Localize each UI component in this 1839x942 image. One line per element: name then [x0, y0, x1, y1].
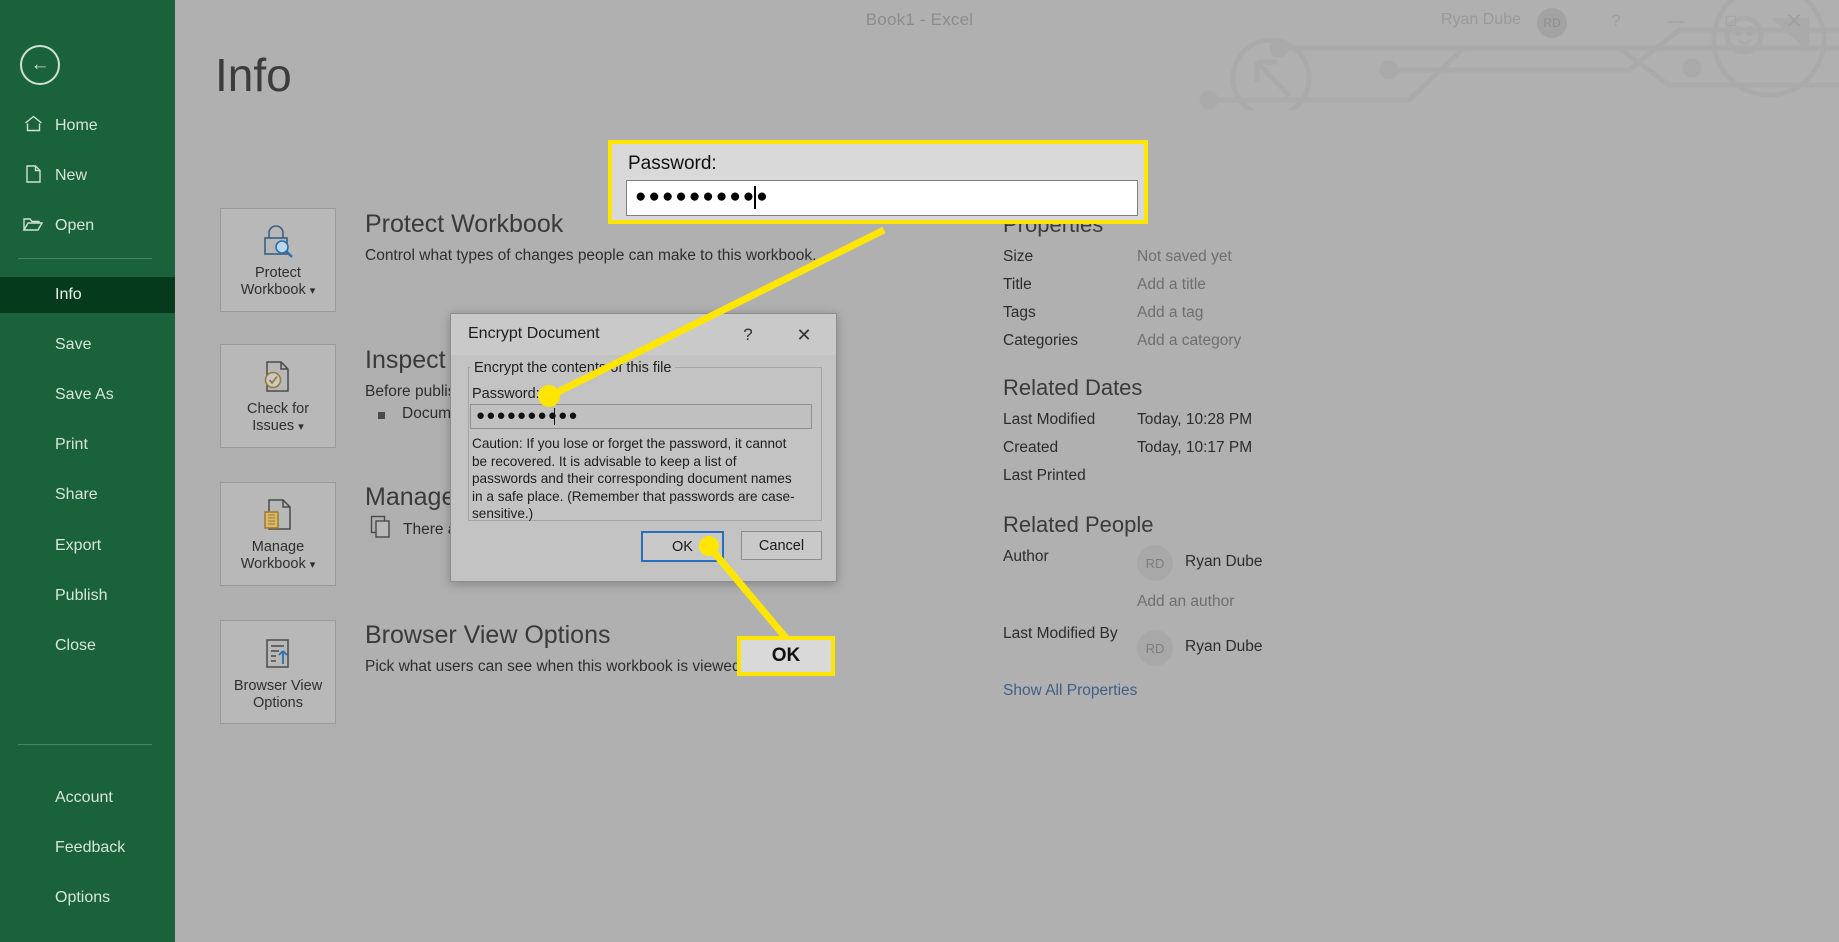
new-document-icon [22, 164, 44, 188]
protect-workbook-description: Control what types of changes people can… [365, 247, 817, 264]
callout-password-label: Password: [628, 153, 717, 174]
callout-password-value: ●●●●●●●●●● [635, 186, 770, 207]
dialog-password-label: Password: [472, 386, 540, 402]
sidebar-label-open: Open [55, 217, 95, 234]
browser-view-options-button[interactable]: Browser View Options [220, 620, 336, 724]
properties-key-title: Title [1003, 276, 1032, 293]
properties-value-categories[interactable]: Add a category [1137, 332, 1241, 350]
sidebar-item-open[interactable]: Open [0, 208, 175, 244]
properties-key-size: Size [1003, 248, 1034, 265]
sidebar-item-print[interactable]: Print [0, 427, 175, 463]
sidebar-label-save: Save [55, 336, 92, 353]
protect-workbook-button[interactable]: Protect Workbook ▾ [220, 208, 336, 312]
browser-view-options-label: Browser View Options [233, 677, 323, 711]
browser-view-options-heading: Browser View Options [365, 621, 611, 649]
bullet-marker [378, 412, 385, 419]
callout-ok: OK [737, 636, 835, 676]
sidebar-item-account[interactable]: Account [0, 780, 175, 816]
dialog-password-value: ●●●●●●●●●● [476, 407, 579, 424]
page-title: Info [215, 49, 292, 101]
callout-password: Password: ●●●●●●●●●● [608, 140, 1148, 224]
author-name: Ryan Dube [1185, 553, 1263, 570]
sidebar-label-feedback: Feedback [55, 839, 126, 856]
dialog-title: Encrypt Document [468, 325, 600, 342]
check-for-issues-button[interactable]: Check for Issues ▾ [220, 344, 336, 448]
related-dates-value-created: Today, 10:17 PM [1137, 439, 1253, 456]
dialog-group-label: Encrypt the contents of this file [470, 360, 676, 376]
sidebar-divider-bottom [18, 744, 152, 745]
related-dates-key-created: Created [1003, 439, 1059, 456]
sidebar-item-share[interactable]: Share [0, 477, 175, 513]
sidebar-label-new: New [55, 167, 88, 184]
related-people-heading: Related People [1003, 512, 1154, 537]
related-people-key-last-modified-by: Last Modified By [1003, 625, 1118, 642]
sidebar-label-publish: Publish [55, 587, 108, 604]
lock-magnifier-icon [261, 220, 295, 262]
author-avatar: RD [1137, 545, 1173, 581]
dialog-cancel-button[interactable]: Cancel [741, 531, 822, 560]
sidebar-label-info: Info [55, 286, 82, 303]
excel-backstage-info: Book1 - Excel Ryan Dube RD ? — □ ✕ ← Hom… [0, 0, 1839, 942]
related-dates-key-last-printed: Last Printed [1003, 467, 1086, 484]
document-recycle-icon [262, 494, 294, 536]
manage-workbook-label: Manage Workbook ▾ [240, 539, 316, 572]
dialog-password-input[interactable]: ●●●●●●●●●● [470, 404, 812, 429]
sidebar-item-save[interactable]: Save [0, 327, 175, 363]
check-for-issues-label: Check for Issues ▾ [246, 401, 310, 434]
callout-text-caret [754, 186, 756, 209]
related-people-key-author: Author [1003, 548, 1049, 565]
properties-value-tags[interactable]: Add a tag [1137, 304, 1203, 322]
sidebar-item-export[interactable]: Export [0, 528, 175, 564]
related-dates-heading: Related Dates [1003, 375, 1143, 400]
sidebar-label-options: Options [55, 889, 111, 906]
add-an-author-field[interactable]: Add an author [1137, 593, 1234, 611]
sidebar-item-info[interactable]: Info [0, 277, 175, 313]
dialog-close-icon[interactable]: ✕ [784, 323, 824, 347]
copy-document-icon [370, 515, 394, 544]
last-modified-by-name: Ryan Dube [1185, 638, 1263, 655]
sidebar-label-print: Print [55, 436, 88, 453]
sidebar-label-export: Export [55, 537, 102, 554]
properties-key-tags: Tags [1003, 304, 1036, 321]
properties-key-categories: Categories [1003, 332, 1078, 349]
backstage-sidebar: ← Home New Open Info Save Save As Print … [0, 0, 175, 942]
folder-open-icon [22, 216, 44, 237]
protect-workbook-label: Protect Workbook ▾ [240, 265, 316, 298]
last-modified-by-avatar: RD [1137, 630, 1173, 666]
show-all-properties-link[interactable]: Show All Properties [1003, 682, 1137, 700]
text-caret [554, 408, 555, 425]
callout-ok-label: OK [771, 645, 801, 666]
related-dates-key-last-modified: Last Modified [1003, 411, 1096, 428]
sidebar-item-close[interactable]: Close [0, 628, 175, 664]
sidebar-divider-top [18, 258, 152, 259]
sidebar-item-feedback[interactable]: Feedback [0, 830, 175, 866]
sidebar-label-close: Close [55, 637, 96, 654]
sidebar-item-publish[interactable]: Publish [0, 578, 175, 614]
sidebar-item-options[interactable]: Options [0, 880, 175, 916]
sidebar-label-share: Share [55, 486, 98, 503]
sidebar-item-home[interactable]: Home [0, 108, 175, 144]
dialog-ok-button[interactable]: OK [641, 531, 724, 562]
dialog-caution-text: Caution: If you lose or forget the passw… [472, 436, 795, 521]
back-arrow-icon[interactable]: ← [20, 45, 60, 85]
properties-value-title[interactable]: Add a title [1137, 276, 1206, 294]
home-icon [22, 115, 44, 137]
sidebar-label-account: Account [55, 789, 113, 806]
sidebar-item-new[interactable]: New [0, 158, 175, 194]
properties-value-size: Not saved yet [1137, 248, 1232, 265]
sidebar-label-home: Home [55, 117, 98, 134]
related-dates-value-last-modified: Today, 10:28 PM [1137, 411, 1253, 428]
document-arrow-up-icon [262, 633, 294, 675]
dialog-help-icon[interactable]: ? [734, 323, 762, 347]
sidebar-item-save-as[interactable]: Save As [0, 377, 175, 413]
manage-workbook-button[interactable]: Manage Workbook ▾ [220, 482, 336, 586]
callout-password-input[interactable]: ●●●●●●●●●● [626, 180, 1138, 216]
protect-workbook-heading: Protect Workbook [365, 210, 564, 238]
document-check-icon [262, 356, 294, 398]
sidebar-label-save-as: Save As [55, 386, 114, 403]
